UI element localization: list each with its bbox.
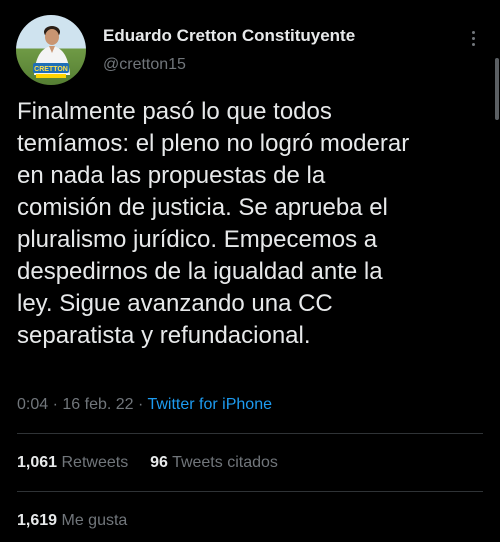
scrollbar[interactable] xyxy=(495,58,499,120)
retweets-stat[interactable]: 1,061 Retweets xyxy=(17,454,128,471)
retweets-label: Retweets xyxy=(61,454,129,471)
tweet-source-link[interactable]: Twitter for iPhone xyxy=(147,396,272,413)
retweets-count: 1,061 xyxy=(17,454,58,471)
divider xyxy=(17,433,483,434)
tweet-time[interactable]: 0:04 xyxy=(17,396,48,413)
likes-stat[interactable]: 1,619 Me gusta xyxy=(17,512,127,529)
meta-separator: · xyxy=(52,396,58,413)
avatar-photo: CRETTON xyxy=(33,26,70,78)
tweet-metadata: 0:04 · 16 feb. 22 · Twitter for iPhone xyxy=(17,396,272,414)
user-handle[interactable]: @cretton15 xyxy=(103,56,186,74)
more-vertical-icon xyxy=(471,30,475,34)
engagement-stats: 1,061 Retweets 96 Tweets citados xyxy=(17,454,278,472)
display-name[interactable]: Eduardo Cretton Constituyente xyxy=(103,26,355,46)
likes-stats: 1,619 Me gusta xyxy=(17,512,127,530)
avatar[interactable]: CRETTON xyxy=(16,15,86,85)
likes-count: 1,619 xyxy=(17,512,58,529)
tweet-date[interactable]: 16 feb. 22 xyxy=(62,396,133,413)
more-options-button[interactable] xyxy=(462,24,484,52)
divider xyxy=(17,491,483,492)
likes-label: Me gusta xyxy=(61,512,128,529)
quote-tweets-label: Tweets citados xyxy=(172,454,278,471)
tweet-text: Finalmente pasó lo que todos temíamos: e… xyxy=(17,98,410,349)
meta-separator: · xyxy=(138,396,144,413)
avatar-badge-text: CRETTON xyxy=(34,66,68,73)
quote-tweets-count: 96 xyxy=(150,454,168,471)
quote-tweets-stat[interactable]: 96 Tweets citados xyxy=(150,454,278,471)
